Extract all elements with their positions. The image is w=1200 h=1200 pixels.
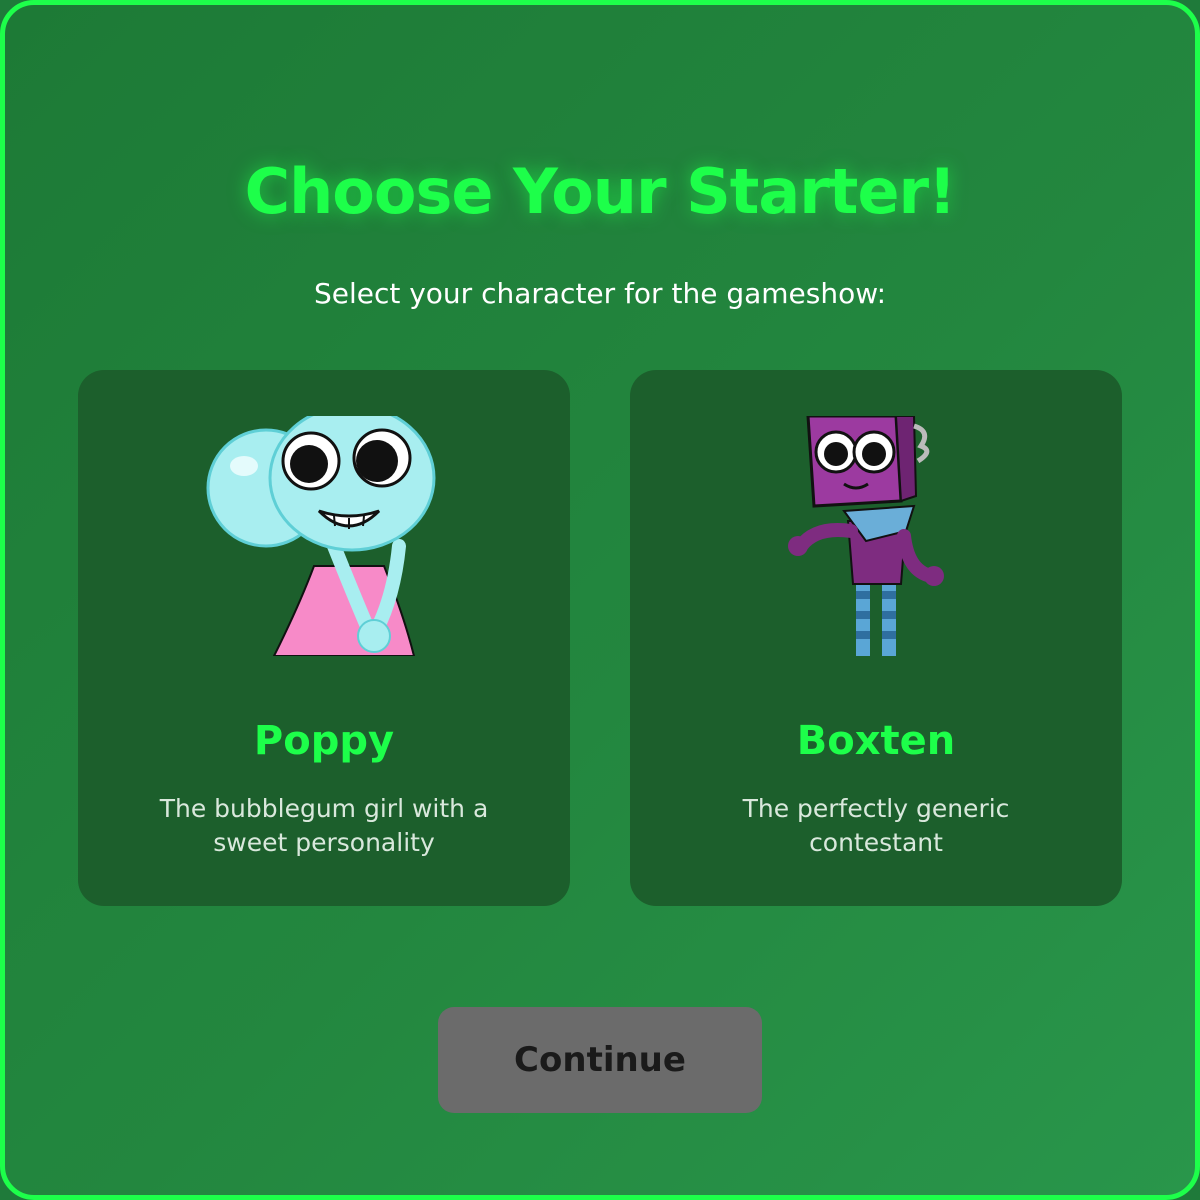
boxten-character-image (788, 416, 944, 656)
character-name: Poppy (253, 718, 395, 764)
poppy-character-image (206, 416, 436, 656)
page-subtitle: Select your character for the gameshow: (313, 277, 887, 310)
character-name: Boxten (796, 718, 956, 764)
character-card-poppy[interactable]: Poppy The bubblegum girl with a sweet pe… (78, 370, 570, 906)
continue-button[interactable]: Continue (438, 1007, 762, 1113)
character-description: The bubblegum girl with a sweet personal… (159, 794, 489, 857)
page-title: Choose Your Starter! (244, 155, 957, 228)
character-description: The perfectly generic contestant (742, 794, 1010, 857)
character-card-boxten[interactable]: Boxten The perfectly generic contestant (630, 370, 1122, 906)
starter-select-panel: Choose Your Starter! Select your charact… (0, 0, 1200, 1200)
